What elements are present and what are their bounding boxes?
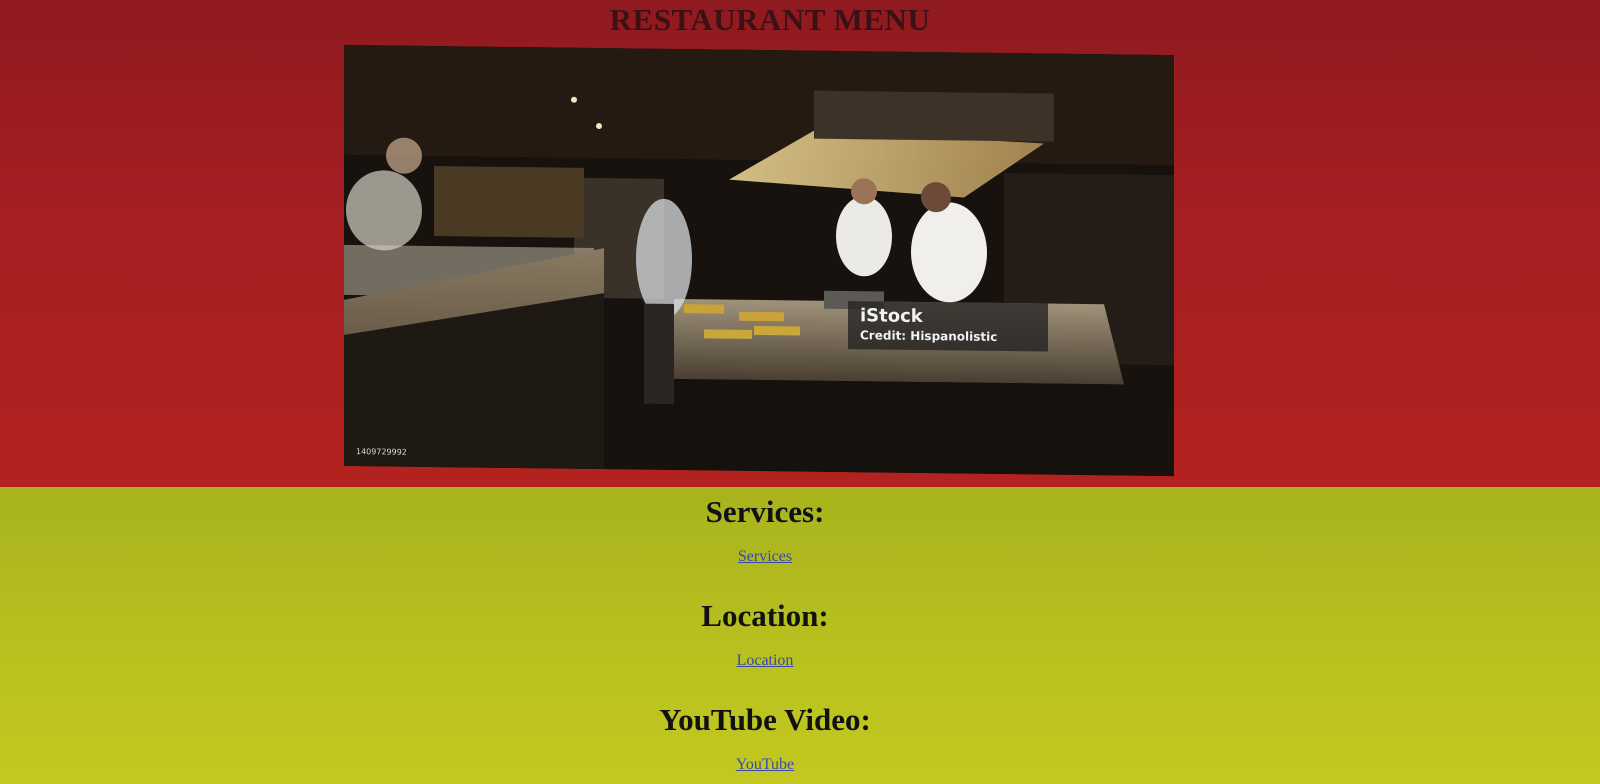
page-title: RESTAURANT MENU [609, 2, 931, 37]
location-heading: Location: [701, 598, 829, 633]
watermark-brand: iStock [860, 305, 923, 328]
services-link[interactable]: Services [738, 548, 792, 566]
youtube-heading: YouTube Video: [659, 702, 871, 737]
youtube-section: YouTube Video: YouTube [0, 702, 1530, 774]
image-id: 1409729992 [356, 447, 407, 457]
watermark-credit: Credit: Hispanolistic [860, 328, 998, 344]
services-heading: Services: [705, 494, 825, 529]
location-section: Location: Location [0, 598, 1530, 670]
services-section: Services: Services [0, 494, 1530, 566]
kitchen-photo [344, 44, 1174, 477]
youtube-link[interactable]: YouTube [736, 756, 794, 774]
istock-watermark: iStock Credit: Hispanolistic [848, 301, 1048, 352]
page: RESTAURANT MENU iStock Credit: Hispanoli… [0, 0, 1600, 784]
hero-image: iStock Credit: Hispanolistic 1409729992 [344, 44, 1174, 477]
location-link[interactable]: Location [737, 652, 794, 670]
